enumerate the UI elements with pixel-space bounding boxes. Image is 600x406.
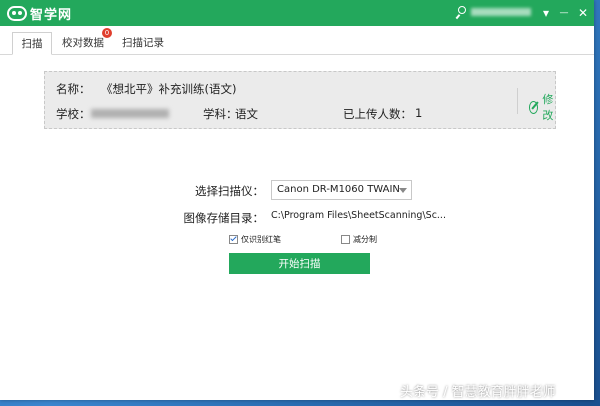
edit-label: 修改 bbox=[542, 93, 554, 122]
option-red-pen-only-label: 仅识别红笔 bbox=[241, 235, 281, 244]
menu-dropdown-icon[interactable]: ▾ bbox=[538, 5, 554, 21]
watermark: 头条号 / 智慧教育胖胖老师 bbox=[400, 385, 556, 400]
tab-scan[interactable]: 扫描 bbox=[12, 32, 52, 55]
tab-proofread-label: 校对数据 bbox=[62, 37, 104, 49]
exam-name: 《想北平》补充训练(语文) bbox=[101, 82, 237, 96]
scanner-select[interactable]: Canon DR-M1060 TWAIN bbox=[271, 180, 412, 200]
option-deduction-mode[interactable]: 减分制 bbox=[341, 234, 377, 245]
app-window: 智学网 ▾ — ✕ 扫描 校对数据 0 扫描记录 名称： 《想北平》补充训练(语… bbox=[0, 0, 594, 400]
school-label: 学校： bbox=[56, 107, 91, 121]
tab-bar: 扫描 校对数据 0 扫描记录 bbox=[0, 26, 594, 55]
exam-info-panel: 名称： 《想北平》补充训练(语文) 学校： 学科： 语文 已上传人数： 1 修改 bbox=[44, 71, 556, 129]
tab-scan-history[interactable]: 扫描记录 bbox=[118, 32, 168, 54]
edit-icon bbox=[529, 100, 539, 114]
uploaded-count-label: 已上传人数： bbox=[343, 107, 412, 121]
chevron-down-icon bbox=[399, 188, 407, 193]
minimize-button[interactable]: — bbox=[556, 5, 572, 21]
notification-badge: 0 bbox=[102, 28, 112, 38]
school-name-redacted bbox=[91, 109, 169, 118]
edit-button[interactable]: 修改 bbox=[529, 91, 557, 123]
uploaded-count: 1 bbox=[415, 106, 423, 120]
subject-value: 语文 bbox=[235, 107, 258, 121]
user-icon bbox=[456, 6, 467, 18]
close-button[interactable]: ✕ bbox=[575, 5, 591, 21]
scanner-label: 选择扫描仪： bbox=[195, 184, 264, 198]
exam-name-label: 名称： bbox=[56, 82, 91, 96]
image-dir-label: 图像存储目录： bbox=[183, 211, 265, 225]
checkbox-deduction-mode[interactable] bbox=[341, 235, 350, 244]
app-logo: 智学网 bbox=[7, 4, 72, 23]
app-title: 智学网 bbox=[30, 7, 73, 23]
checkbox-red-pen-only[interactable] bbox=[229, 235, 238, 244]
divider bbox=[517, 88, 518, 114]
user-account[interactable] bbox=[456, 6, 531, 18]
scanner-value: Canon DR-M1060 TWAIN bbox=[277, 184, 400, 195]
user-name-redacted bbox=[471, 8, 531, 16]
tab-proofread[interactable]: 校对数据 0 bbox=[58, 28, 112, 54]
title-bar: 智学网 ▾ — ✕ bbox=[0, 0, 594, 26]
image-dir-value[interactable]: C:\Program Files\SheetScanning\Sc... bbox=[271, 210, 446, 221]
option-deduction-mode-label: 减分制 bbox=[353, 235, 377, 244]
subject-label: 学科： bbox=[203, 107, 238, 121]
option-red-pen-only[interactable]: 仅识别红笔 bbox=[229, 234, 281, 245]
start-scan-button[interactable]: 开始扫描 bbox=[229, 253, 370, 274]
logo-icon bbox=[7, 5, 27, 21]
